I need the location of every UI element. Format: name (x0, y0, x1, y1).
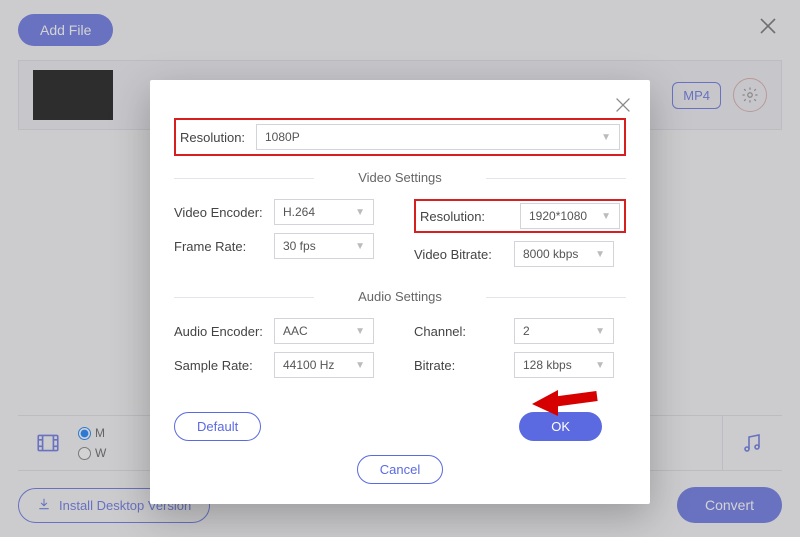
chevron-down-icon: ▼ (595, 249, 605, 260)
video-encoder-dropdown[interactable]: H.264▼ (274, 199, 374, 225)
top-resolution-label: Resolution: (180, 130, 256, 145)
sample-rate-dropdown[interactable]: 44100 Hz▼ (274, 352, 374, 378)
audio-bitrate-label: Bitrate: (414, 358, 514, 373)
channel-dropdown[interactable]: 2▼ (514, 318, 614, 344)
video-settings-title: Video Settings (174, 170, 626, 185)
top-resolution-dropdown[interactable]: 1080P ▼ (256, 124, 620, 150)
chevron-down-icon: ▼ (355, 241, 365, 252)
channel-label: Channel: (414, 324, 514, 339)
modal-close-icon[interactable] (612, 94, 634, 116)
chevron-down-icon: ▼ (601, 211, 611, 222)
frame-rate-dropdown[interactable]: 30 fps▼ (274, 233, 374, 259)
video-resolution-dropdown[interactable]: 1920*1080▼ (520, 203, 620, 229)
chevron-down-icon: ▼ (595, 360, 605, 371)
audio-settings-title: Audio Settings (174, 289, 626, 304)
sample-rate-label: Sample Rate: (174, 358, 274, 373)
audio-encoder-dropdown[interactable]: AAC▼ (274, 318, 374, 344)
chevron-down-icon: ▼ (355, 207, 365, 218)
video-encoder-label: Video Encoder: (174, 205, 274, 220)
settings-modal: Resolution: 1080P ▼ Video Settings Video… (150, 80, 650, 504)
chevron-down-icon: ▼ (355, 326, 365, 337)
video-bitrate-label: Video Bitrate: (414, 247, 514, 262)
video-resolution-row: Resolution: 1920*1080▼ (414, 199, 626, 233)
chevron-down-icon: ▼ (355, 360, 365, 371)
chevron-down-icon: ▼ (595, 326, 605, 337)
frame-rate-label: Frame Rate: (174, 239, 274, 254)
audio-bitrate-dropdown[interactable]: 128 kbps▼ (514, 352, 614, 378)
chevron-down-icon: ▼ (601, 132, 611, 143)
video-bitrate-dropdown[interactable]: 8000 kbps▼ (514, 241, 614, 267)
default-button[interactable]: Default (174, 412, 261, 441)
top-resolution-row: Resolution: 1080P ▼ (174, 118, 626, 156)
audio-encoder-label: Audio Encoder: (174, 324, 274, 339)
ok-button[interactable]: OK (519, 412, 602, 441)
video-resolution-label: Resolution: (420, 209, 520, 224)
cancel-button[interactable]: Cancel (357, 455, 443, 484)
